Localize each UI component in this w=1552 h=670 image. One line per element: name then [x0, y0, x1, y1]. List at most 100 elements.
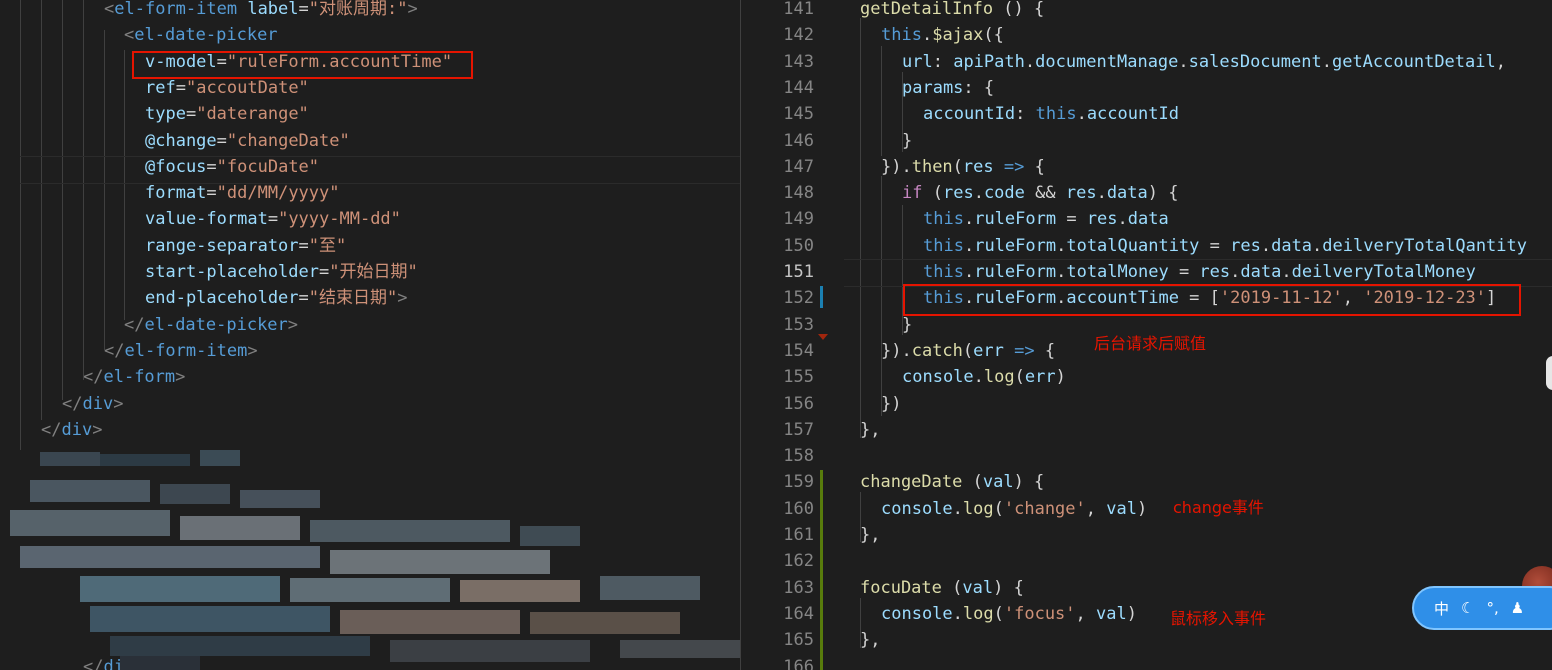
- code-token: this: [1035, 104, 1077, 125]
- ime-toolbar[interactable]: 中 ☾ °, ♟: [1412, 586, 1552, 630]
- code-line[interactable]: 157},: [760, 417, 1552, 443]
- code-line[interactable]: </el-form-item>: [0, 338, 760, 364]
- line-number: 153: [783, 314, 814, 335]
- moon-icon[interactable]: ☾: [1461, 599, 1474, 617]
- punctuation-icon[interactable]: °,: [1486, 599, 1498, 617]
- code-token: res: [942, 183, 974, 204]
- code-token: then: [911, 156, 953, 177]
- code-line[interactable]: @change="changeDate": [0, 128, 760, 154]
- code-text: </el-form>: [83, 364, 185, 390]
- code-line[interactable]: <el-form-item label="对账周期:">: [0, 0, 760, 22]
- code-token: },: [860, 630, 881, 651]
- code-token: =>: [1003, 156, 1025, 177]
- code-token: </: [62, 393, 83, 414]
- code-line[interactable]: 148 if (res.code && res.data) {: [760, 180, 1552, 206]
- code-token: .: [973, 183, 984, 204]
- line-number: 165: [783, 630, 814, 651]
- code-token: this: [923, 209, 964, 230]
- code-line[interactable]: 147}).then(res => {: [760, 154, 1552, 180]
- code-line[interactable]: 150 this.ruleForm.totalQuantity = res.dat…: [760, 233, 1552, 259]
- code-token: (: [1014, 367, 1025, 388]
- code-line[interactable]: 160 console.log('change', val): [760, 496, 1552, 522]
- code-token: err: [973, 340, 1004, 361]
- code-line[interactable]: 165},: [760, 627, 1552, 653]
- code-text: value-format="yyyy-MM-dd": [145, 206, 401, 232]
- code-line[interactable]: 143 url: apiPath.documentManage.salesDocu…: [760, 49, 1552, 75]
- code-line[interactable]: 141 getDetailInfo () {: [760, 0, 1552, 22]
- code-line[interactable]: 146}: [760, 128, 1552, 154]
- code-token: {: [1034, 340, 1056, 361]
- code-token: val: [1106, 498, 1137, 519]
- code-text: end-placeholder="结束日期">: [145, 285, 408, 311]
- code-line[interactable]: 166: [760, 654, 1552, 670]
- code-line[interactable]: <el-date-picker: [0, 22, 760, 48]
- blur-block: [290, 578, 450, 602]
- code-line[interactable]: 159 changeDate (val) {: [760, 469, 1552, 495]
- code-token: log: [962, 498, 994, 519]
- code-line[interactable]: </div>: [0, 391, 760, 417]
- code-line[interactable]: range-separator="至": [0, 233, 760, 259]
- code-text: },: [860, 417, 880, 443]
- code-text: console.log('focus', val): [881, 601, 1137, 627]
- code-token: res: [962, 156, 994, 177]
- blur-block: [90, 606, 330, 632]
- code-token: console: [902, 367, 974, 388]
- code-token: () {: [993, 0, 1045, 19]
- left-editor-pane[interactable]: <el-form-item label="对账周期:"> <el-date-pic…: [0, 0, 760, 670]
- code-line[interactable]: value-format="yyyy-MM-dd": [0, 206, 760, 232]
- code-token: =: [216, 130, 227, 151]
- code-line[interactable]: 155 console.log(err): [760, 364, 1552, 390]
- line-number: 142: [783, 25, 814, 46]
- annotation-change: change事件: [1173, 498, 1264, 517]
- code-token: data: [1271, 235, 1313, 256]
- code-token: =: [298, 235, 309, 256]
- line-number: 150: [783, 235, 814, 256]
- code-token: ,: [1075, 603, 1097, 624]
- code-token: .: [921, 25, 933, 46]
- code-line[interactable]: end-placeholder="结束日期">: [0, 285, 760, 311]
- indent-guide: [860, 492, 861, 542]
- code-line[interactable]: 156}): [760, 391, 1552, 417]
- code-line[interactable]: </el-form>: [0, 364, 760, 390]
- code-token: end-placeholder: [145, 288, 299, 309]
- code-token: >: [247, 340, 258, 361]
- code-line[interactable]: 149 this.ruleForm = res.data: [760, 206, 1552, 232]
- code-token: focuDate: [860, 577, 942, 598]
- code-token: documentManage: [1035, 51, 1179, 72]
- code-token: ) {: [993, 577, 1024, 598]
- code-token: <: [124, 25, 135, 46]
- code-token: =: [298, 288, 309, 309]
- scroll-indicator[interactable]: [1546, 356, 1552, 390]
- code-line[interactable]: 142 this.$ajax({: [760, 22, 1552, 48]
- code-line[interactable]: </el-date-picker>: [0, 312, 760, 338]
- code-line[interactable]: 144 params: {: [760, 75, 1552, 101]
- code-line[interactable]: type="daterange": [0, 101, 760, 127]
- code-token: div: [82, 393, 114, 414]
- code-line[interactable]: start-placeholder="开始日期": [0, 259, 760, 285]
- line-number: 149: [783, 209, 814, 230]
- code-token: <: [104, 0, 115, 19]
- line-number: 160: [783, 498, 814, 519]
- ime-language-toggle[interactable]: 中: [1434, 598, 1449, 619]
- code-token: ): [1136, 498, 1148, 519]
- user-icon[interactable]: ♟: [1511, 599, 1524, 617]
- code-token: params: [902, 77, 964, 98]
- code-token: :: [932, 51, 954, 72]
- code-token: accountId: [923, 104, 1016, 125]
- code-token: 'focus': [1003, 603, 1076, 624]
- line-number: 166: [783, 656, 814, 670]
- line-number: 152: [783, 288, 814, 309]
- code-line[interactable]: 145 accountId: this.accountId: [760, 101, 1552, 127]
- code-token: res: [1065, 183, 1097, 204]
- code-line[interactable]: 158: [760, 443, 1552, 469]
- code-line[interactable]: 162: [760, 548, 1552, 574]
- code-token: value-format: [145, 209, 268, 230]
- code-text: this.$ajax({: [881, 22, 1004, 48]
- code-text: }).catch(err => {: [881, 338, 1055, 364]
- code-token: (: [993, 498, 1004, 519]
- code-line[interactable]: </div>: [0, 417, 760, 443]
- code-line[interactable]: 161},: [760, 522, 1552, 548]
